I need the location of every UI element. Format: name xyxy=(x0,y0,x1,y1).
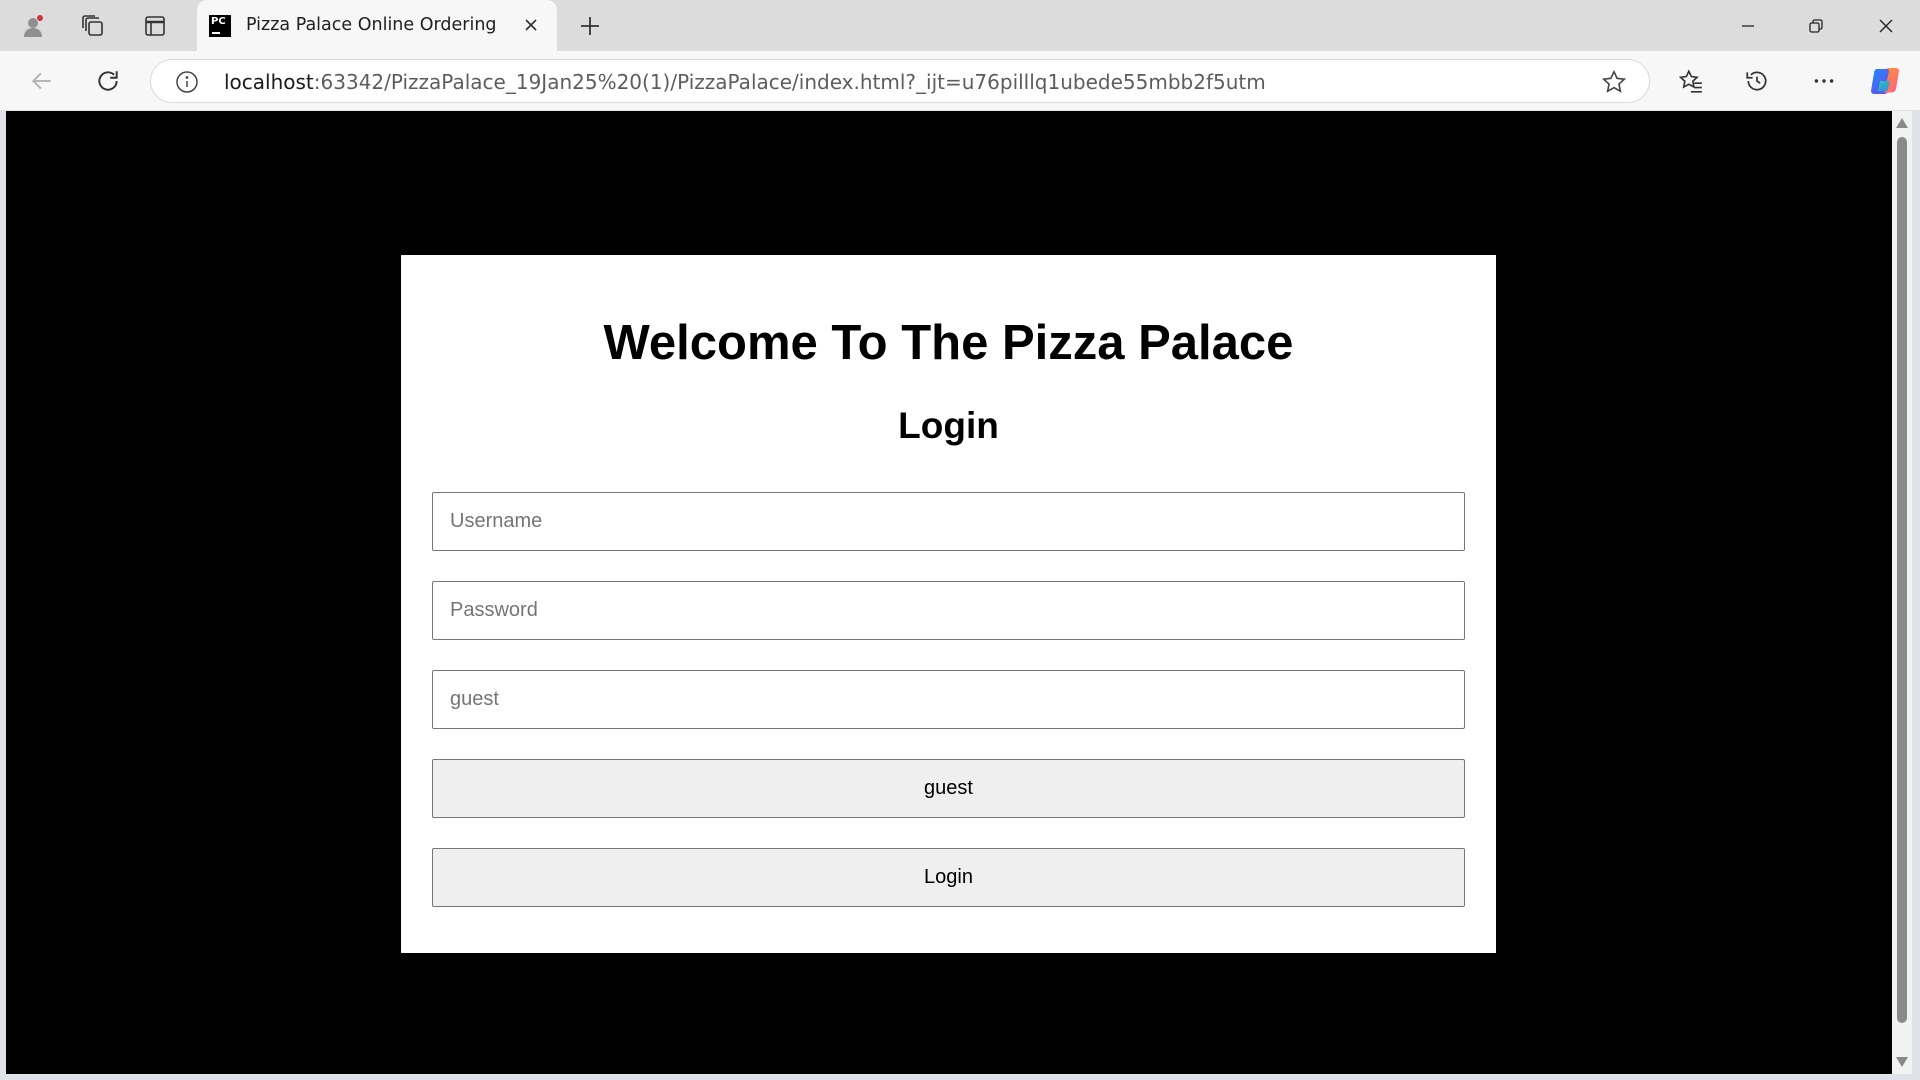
window-bottom-edge xyxy=(0,1074,1920,1080)
welcome-heading: Welcome To The Pizza Palace xyxy=(603,316,1294,370)
star-icon[interactable] xyxy=(1601,69,1627,95)
refresh-icon[interactable] xyxy=(90,63,126,99)
close-window-icon[interactable] xyxy=(1852,0,1920,51)
copilot-icon[interactable] xyxy=(1868,63,1904,99)
login-heading: Login xyxy=(898,405,999,446)
pycharm-favicon-icon: PC xyxy=(209,15,231,37)
restore-icon[interactable] xyxy=(1782,0,1850,51)
page-viewport: Welcome To The Pizza Palace Login guest … xyxy=(6,111,1892,1074)
vertical-scrollbar[interactable] xyxy=(1892,111,1912,1074)
login-card: Welcome To The Pizza Palace Login guest … xyxy=(401,255,1496,953)
profile-icon[interactable] xyxy=(16,9,50,43)
workspaces-icon[interactable] xyxy=(76,9,110,43)
tab-actions-icon[interactable] xyxy=(138,9,172,43)
info-icon[interactable] xyxy=(175,70,199,94)
more-icon[interactable] xyxy=(1806,63,1842,99)
favorites-icon[interactable] xyxy=(1673,63,1709,99)
password-input[interactable] xyxy=(432,581,1465,640)
browser-toolbar: localhost:63342/PizzaPalace_19Jan25%20(1… xyxy=(0,51,1920,110)
login-button[interactable]: Login xyxy=(432,848,1465,907)
close-tab-icon[interactable] xyxy=(521,15,541,35)
tab-title: Pizza Palace Online Ordering xyxy=(246,15,497,35)
username-input[interactable] xyxy=(432,492,1465,551)
scroll-down-icon[interactable] xyxy=(1896,1057,1908,1067)
browser-tab-strip: PC Pizza Palace Online Ordering xyxy=(0,0,1920,51)
url-path: :63342/PizzaPalace_19Jan25%20(1)/PizzaPa… xyxy=(313,70,1266,94)
url-text[interactable]: localhost:63342/PizzaPalace_19Jan25%20(1… xyxy=(224,70,1266,94)
scrollbar-thumb[interactable] xyxy=(1897,137,1907,1023)
back-arrow-icon[interactable] xyxy=(24,63,60,99)
plus-icon[interactable] xyxy=(573,9,607,43)
active-tab[interactable]: PC Pizza Palace Online Ordering xyxy=(197,0,557,51)
guest-button[interactable]: guest xyxy=(432,759,1465,818)
history-icon[interactable] xyxy=(1739,63,1775,99)
guest-input[interactable] xyxy=(432,670,1465,729)
scroll-up-icon[interactable] xyxy=(1896,118,1908,128)
url-host: localhost xyxy=(224,70,314,94)
address-bar[interactable]: localhost:63342/PizzaPalace_19Jan25%20(1… xyxy=(150,59,1650,103)
minimize-icon[interactable] xyxy=(1714,0,1782,51)
